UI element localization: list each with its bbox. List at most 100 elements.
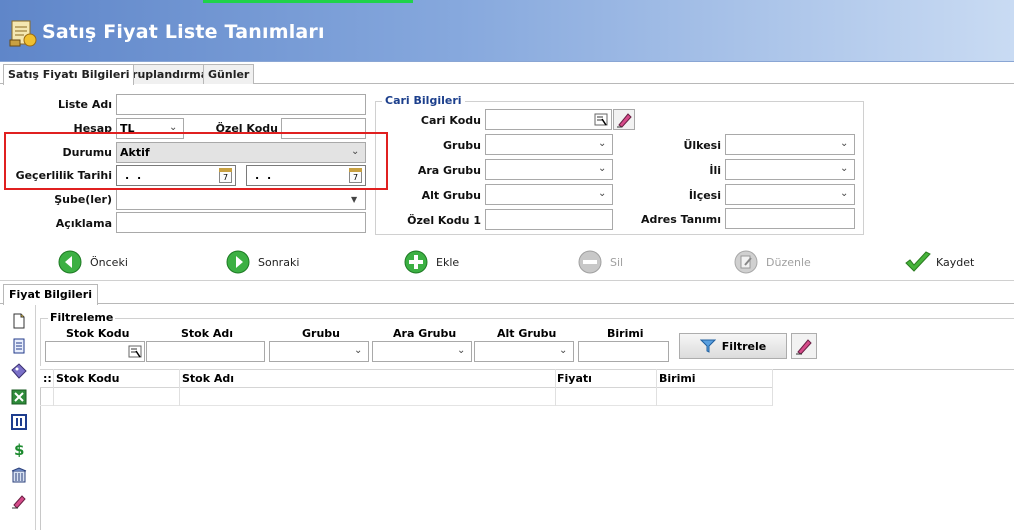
grid-divider: [656, 369, 657, 406]
gecerlilik-tarihi-label: Geçerlilik Tarihi: [15, 169, 112, 182]
tags-icon[interactable]: [11, 363, 27, 379]
excel-icon[interactable]: [11, 389, 27, 405]
document-list-icon[interactable]: [11, 338, 27, 354]
arrow-left-icon: [58, 250, 82, 274]
search-list-icon[interactable]: [594, 113, 608, 126]
eraser-icon[interactable]: [11, 493, 27, 509]
chevron-down-icon: ⌄: [840, 188, 849, 199]
ilcesi-select[interactable]: ⌄: [725, 184, 855, 205]
subeler-select[interactable]: ▼: [116, 189, 366, 210]
sil-label: Sil: [610, 255, 624, 269]
liste-adi-label: Liste Adı: [57, 98, 112, 111]
hesap-select[interactable]: TL ⌄: [116, 118, 184, 139]
onceki-button[interactable]: Önceki: [58, 249, 128, 275]
adres-tanimi-label: Adres Tanımı: [641, 213, 721, 226]
grid-birimi-header[interactable]: Birimi: [659, 372, 696, 385]
building-icon[interactable]: [11, 467, 27, 483]
svg-text:$: $: [14, 441, 24, 457]
gecerlilik-baslangic-value: . .: [125, 169, 144, 182]
filter-ara-grubu-select[interactable]: ⌄: [372, 341, 472, 362]
tab-fiyat-bilgileri[interactable]: Fiyat Bilgileri: [3, 284, 98, 305]
detail-tabbar: Fiyat Bilgileri: [0, 283, 1014, 305]
sonraki-label: Sonraki: [258, 255, 300, 269]
price-grid: :: Stok Kodu Stok Adı Fiyatı Birimi: [40, 369, 773, 407]
filter-birimi-input[interactable]: [578, 341, 669, 362]
grid-divider: [555, 369, 556, 406]
onceki-label: Önceki: [90, 255, 128, 269]
filter-stok-kodu-input[interactable]: [45, 341, 145, 362]
ozel-kodu-1-input[interactable]: [485, 209, 613, 230]
cari-kodu-input[interactable]: [485, 109, 612, 130]
clear-button[interactable]: [613, 109, 635, 130]
ulkesi-label: Ülkesi: [683, 139, 721, 152]
gecerlilik-baslangic-date[interactable]: . . 7: [116, 165, 236, 186]
durumu-value: Aktif: [120, 146, 150, 159]
calendar-icon[interactable]: 7: [219, 168, 232, 183]
filter-ara-grubu-header: Ara Grubu: [393, 327, 457, 340]
eraser-icon: [617, 113, 632, 128]
ili-label: İli: [709, 164, 721, 177]
durumu-label: Durumu: [62, 146, 112, 159]
hesap-value: TL: [120, 122, 135, 135]
tab-satis-fiyati-bilgileri[interactable]: Satış Fiyatı Bilgileri: [3, 64, 135, 85]
duzenle-button[interactable]: Düzenle: [734, 249, 811, 275]
gecerlilik-bitis-date[interactable]: . . 7: [246, 165, 366, 186]
liste-adi-input[interactable]: [116, 94, 366, 115]
chevron-down-icon: ⌄: [354, 345, 363, 356]
ara-grubu-select[interactable]: ⌄: [485, 159, 613, 180]
filter-alt-grubu-header: Alt Grubu: [497, 327, 557, 340]
chevron-down-icon: ⌄: [598, 138, 607, 149]
duzenle-label: Düzenle: [766, 255, 811, 269]
ekle-button[interactable]: Ekle: [404, 249, 459, 275]
filter-grubu-header: Grubu: [302, 327, 340, 340]
calendar-icon[interactable]: 7: [349, 168, 362, 183]
grid-fiyati-header[interactable]: Fiyatı: [557, 372, 592, 385]
alt-grubu-select[interactable]: ⌄: [485, 184, 613, 205]
filter-grubu-select[interactable]: ⌄: [269, 341, 369, 362]
grid-stok-kodu-header[interactable]: Stok Kodu: [56, 372, 119, 385]
sonraki-button[interactable]: Sonraki: [226, 249, 299, 275]
title-bar: Satış Fiyat Liste Tanımları: [0, 0, 1014, 62]
grid-row-marker: ::: [43, 372, 52, 385]
grid-stok-adi-header[interactable]: Stok Adı: [182, 372, 234, 385]
aciklama-label: Açıklama: [55, 217, 112, 230]
pause-icon[interactable]: [11, 414, 27, 430]
kaydet-label: Kaydet: [936, 255, 975, 269]
filter-clear-button[interactable]: [791, 333, 817, 359]
aciklama-input[interactable]: [116, 212, 366, 233]
price-list-icon: [9, 20, 37, 47]
progress-line: [203, 0, 413, 3]
subeler-label: Şube(ler): [54, 193, 112, 206]
ozel-kodu-1-label: Özel Kodu 1: [407, 214, 481, 227]
alt-grubu-label: Alt Grubu: [421, 189, 481, 202]
filter-stok-kodu-header: Stok Kodu: [66, 327, 130, 340]
new-document-icon[interactable]: [11, 313, 27, 329]
checkmark-icon: [905, 251, 931, 272]
chevron-down-icon: ⌄: [169, 122, 178, 133]
plus-icon: [404, 250, 428, 274]
grubu-select[interactable]: ⌄: [485, 134, 613, 155]
search-list-icon[interactable]: [128, 345, 142, 358]
dollar-icon[interactable]: $: [11, 441, 27, 457]
ozel-kodu-input[interactable]: [281, 118, 366, 139]
ulkesi-select[interactable]: ⌄: [725, 134, 855, 155]
table-row[interactable]: [40, 388, 773, 406]
kaydet-button[interactable]: Kaydet: [904, 249, 974, 275]
sil-button[interactable]: Sil: [578, 249, 623, 275]
chevron-down-icon: ⌄: [598, 188, 607, 199]
window-title: Satış Fiyat Liste Tanımları: [42, 21, 325, 43]
filtrele-button[interactable]: Filtrele: [679, 333, 787, 359]
eraser-icon: [796, 339, 812, 355]
filter-stok-adi-input[interactable]: [146, 341, 265, 362]
main-tabbar: Satış Fiyatı Bilgileri Gruplandırma Günl…: [0, 64, 1014, 85]
arrow-right-icon: [226, 250, 250, 274]
adres-tanimi-input[interactable]: [725, 208, 855, 229]
ili-select[interactable]: ⌄: [725, 159, 855, 180]
edit-icon: [734, 250, 758, 274]
durumu-select[interactable]: Aktif ⌄: [116, 142, 366, 163]
filter-alt-grubu-select[interactable]: ⌄: [474, 341, 574, 362]
chevron-down-icon: ⌄: [598, 163, 607, 174]
tab-gunler[interactable]: Günler: [203, 64, 255, 84]
chevron-down-icon: ⌄: [840, 138, 849, 149]
grid-divider: [179, 369, 180, 406]
